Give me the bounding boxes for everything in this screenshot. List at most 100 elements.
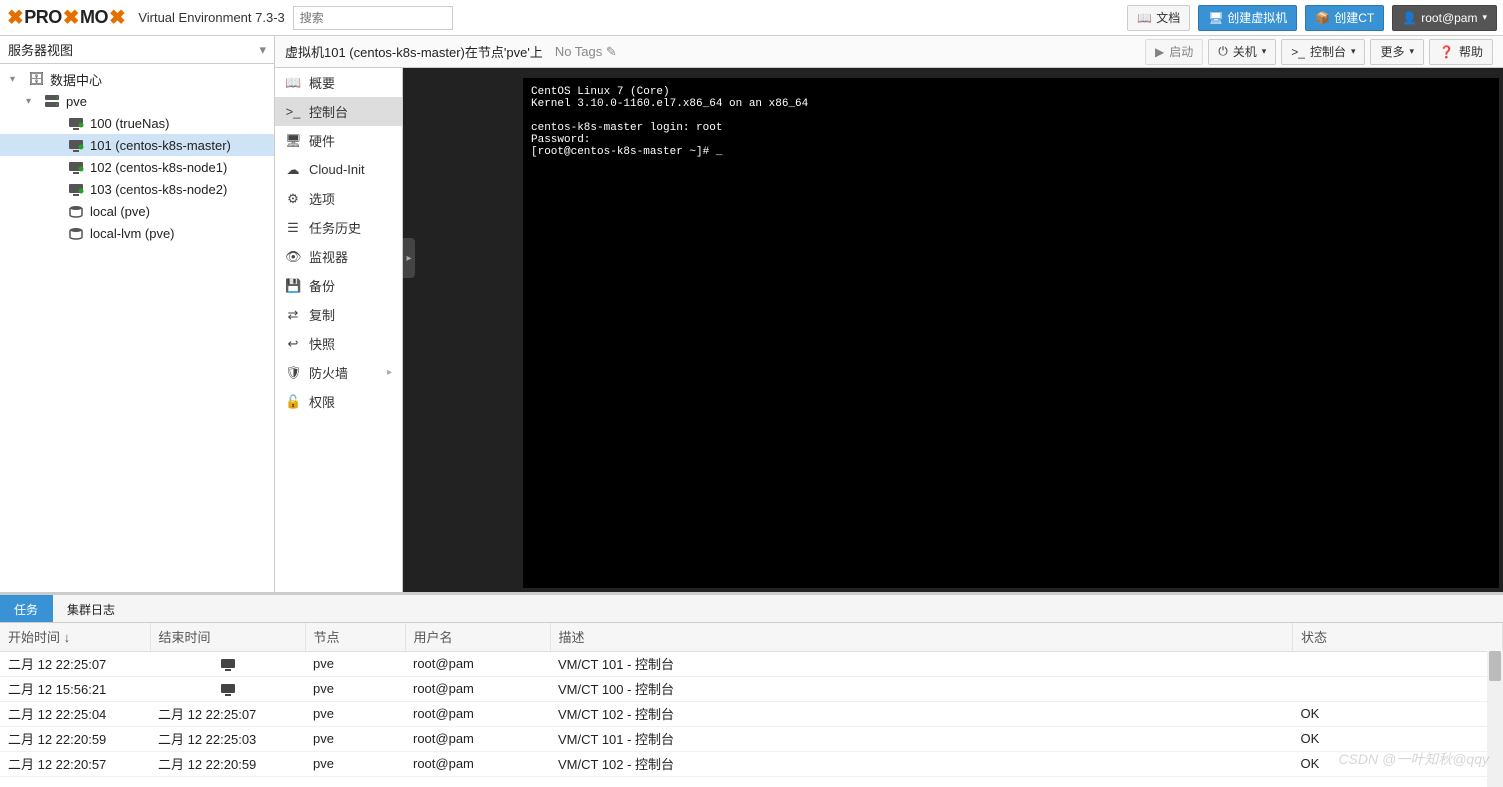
- tree-vm-103[interactable]: 103 (centos-k8s-node2): [0, 178, 274, 200]
- submenu-label: 监视器: [309, 247, 348, 266]
- cell-user: root@pam: [405, 751, 550, 776]
- more-button[interactable]: 更多 ▾: [1370, 39, 1424, 65]
- col-start[interactable]: 开始时间 ↓: [0, 623, 150, 651]
- view-selector[interactable]: 服务器视图 ▾: [0, 36, 274, 64]
- tree-node-pve[interactable]: ▾ pve: [0, 90, 274, 112]
- task-table: 开始时间 ↓ 结束时间 节点 用户名 描述 状态 二月 12 22:25:07p…: [0, 623, 1503, 777]
- terminal[interactable]: CentOS Linux 7 (Core) Kernel 3.10.0-1160…: [523, 78, 1499, 588]
- page-title: 虚拟机101 (centos-k8s-master)在节点'pve'上: [285, 42, 543, 61]
- user-menu-button[interactable]: 👤 root@pam ▾: [1392, 5, 1497, 31]
- cell-status: OK: [1293, 726, 1503, 751]
- vm-icon: [68, 161, 84, 174]
- table-row[interactable]: 二月 12 22:25:07pveroot@pamVM/CT 101 - 控制台: [0, 651, 1503, 676]
- tree-label: 103 (centos-k8s-node2): [90, 182, 227, 197]
- unlock-icon: 🔓: [285, 394, 301, 410]
- sync-icon: ⇄: [285, 307, 301, 323]
- submenu-label: 概要: [309, 73, 335, 92]
- help-button[interactable]: ❓ 帮助: [1429, 39, 1493, 65]
- main: 虚拟机101 (centos-k8s-master)在节点'pve'上 No T…: [275, 36, 1503, 592]
- collapse-icon[interactable]: ▾: [10, 74, 22, 85]
- submenu: 📖概要>_控制台🖥硬件☁Cloud-Init⚙选项☰任务历史👁监视器💾备份⇄复制…: [275, 68, 403, 592]
- submenu-term[interactable]: >_控制台: [275, 97, 402, 126]
- submenu-book[interactable]: 📖概要: [275, 68, 402, 97]
- hw-icon: 🖥: [285, 133, 301, 149]
- collapse-icon[interactable]: ▾: [26, 96, 38, 107]
- chevron-right-icon: ▸: [387, 367, 392, 378]
- col-status[interactable]: 状态: [1293, 623, 1503, 651]
- top-bar: ✖ PRO ✖ MO ✖ Virtual Environment 7.3-3 📖…: [0, 0, 1503, 36]
- submenu-list[interactable]: ☰任务历史: [275, 213, 402, 242]
- submenu-unlock[interactable]: 🔓 权限: [275, 387, 402, 416]
- tree-vm-101[interactable]: 101 (centos-k8s-master): [0, 134, 274, 156]
- shutdown-button[interactable]: ⏻ 关机 ▾: [1208, 39, 1276, 65]
- docs-label: 文档: [1156, 9, 1180, 26]
- submenu-save[interactable]: 💾备份: [275, 271, 402, 300]
- help-label: 帮助: [1459, 43, 1483, 60]
- vm-icon: [68, 117, 84, 130]
- tree-vm-102[interactable]: 102 (centos-k8s-node1): [0, 156, 274, 178]
- col-user[interactable]: 用户名: [405, 623, 550, 651]
- tags[interactable]: No Tags ✎: [555, 44, 617, 60]
- tree-vm-100[interactable]: 100 (trueNas): [0, 112, 274, 134]
- create-vm-button[interactable]: 🖥 创建虚拟机: [1198, 5, 1297, 31]
- vm-icon: [68, 183, 84, 196]
- storage-icon: [68, 205, 84, 218]
- tab-cluster-log[interactable]: 集群日志: [53, 595, 130, 622]
- console-button[interactable]: >_ 控制台 ▾: [1281, 39, 1365, 65]
- user-label: root@pam: [1421, 11, 1477, 25]
- start-button[interactable]: ▶ 启动: [1145, 39, 1203, 65]
- submenu-eye[interactable]: 👁监视器: [275, 242, 402, 271]
- pencil-icon[interactable]: ✎: [606, 44, 617, 59]
- logo-x-icon: ✖: [7, 5, 23, 30]
- tab-tasks[interactable]: 任务: [0, 595, 53, 622]
- brand-b: MO: [80, 7, 108, 28]
- submenu-shield[interactable]: 🛡防火墙▸: [275, 358, 402, 387]
- cell-end: 二月 12 22:20:59: [150, 751, 305, 776]
- storage-icon: [68, 227, 84, 240]
- col-node[interactable]: 节点: [305, 623, 405, 651]
- cell-status: OK: [1293, 751, 1503, 776]
- submenu-label: 权限: [309, 392, 335, 411]
- table-row[interactable]: 二月 12 22:25:04二月 12 22:25:07pveroot@pamV…: [0, 701, 1503, 726]
- search-input[interactable]: [293, 6, 453, 30]
- console-area: ▸ CentOS Linux 7 (Core) Kernel 3.10.0-11…: [403, 68, 1503, 592]
- table-row[interactable]: 二月 12 15:56:21pveroot@pamVM/CT 100 - 控制台: [0, 676, 1503, 701]
- cell-start: 二月 12 22:25:04: [0, 701, 150, 726]
- panel-toggle[interactable]: ▸: [403, 238, 415, 278]
- breadcrumb: 虚拟机101 (centos-k8s-master)在节点'pve'上 No T…: [275, 36, 1503, 68]
- chevron-down-icon: ▾: [1351, 46, 1356, 57]
- tree-storage-local-lvm[interactable]: local-lvm (pve): [0, 222, 274, 244]
- user-icon: 👤: [1402, 11, 1416, 25]
- table-row[interactable]: 二月 12 22:20:57二月 12 22:20:59pveroot@pamV…: [0, 751, 1503, 776]
- submenu-cloud[interactable]: ☁Cloud-Init: [275, 155, 402, 184]
- submenu-hw[interactable]: 🖥硬件: [275, 126, 402, 155]
- tree-label: local-lvm (pve): [90, 226, 175, 241]
- submenu-gear[interactable]: ⚙选项: [275, 184, 402, 213]
- save-icon: 💾: [285, 278, 301, 294]
- col-desc[interactable]: 描述: [550, 623, 1293, 651]
- submenu-label: 选项: [309, 189, 335, 208]
- cell-user: root@pam: [405, 701, 550, 726]
- submenu-label: 任务历史: [309, 218, 361, 237]
- cell-start: 二月 12 22:20:59: [0, 726, 150, 751]
- submenu-undo[interactable]: ↩快照: [275, 329, 402, 358]
- cell-start: 二月 12 22:20:57: [0, 751, 150, 776]
- cell-end: 二月 12 22:25:03: [150, 726, 305, 751]
- scrollbar[interactable]: [1487, 651, 1503, 787]
- content: 📖概要>_控制台🖥硬件☁Cloud-Init⚙选项☰任务历史👁监视器💾备份⇄复制…: [275, 68, 1503, 592]
- footer-tabs: 任务 集群日志: [0, 595, 1503, 623]
- body: 服务器视图 ▾ ▾ 🗄 数据中心 ▾ pve 100 (trueNas): [0, 36, 1503, 592]
- create-ct-button[interactable]: 📦 创建CT: [1305, 5, 1384, 31]
- table-row[interactable]: 二月 12 22:20:59二月 12 22:25:03pveroot@pamV…: [0, 726, 1503, 751]
- submenu-sync[interactable]: ⇄复制: [275, 300, 402, 329]
- tree-storage-local[interactable]: local (pve): [0, 200, 274, 222]
- cell-desc: VM/CT 101 - 控制台: [550, 726, 1293, 751]
- docs-button[interactable]: 📖 文档: [1127, 5, 1190, 31]
- tree-datacenter[interactable]: ▾ 🗄 数据中心: [0, 68, 274, 90]
- logo-x-icon: ✖: [109, 5, 125, 30]
- create-vm-label: 创建虚拟机: [1227, 9, 1287, 26]
- play-icon: ▶: [1155, 45, 1164, 59]
- scrollbar-thumb[interactable]: [1489, 651, 1501, 681]
- tree-label: 102 (centos-k8s-node1): [90, 160, 227, 175]
- col-end[interactable]: 结束时间: [150, 623, 305, 651]
